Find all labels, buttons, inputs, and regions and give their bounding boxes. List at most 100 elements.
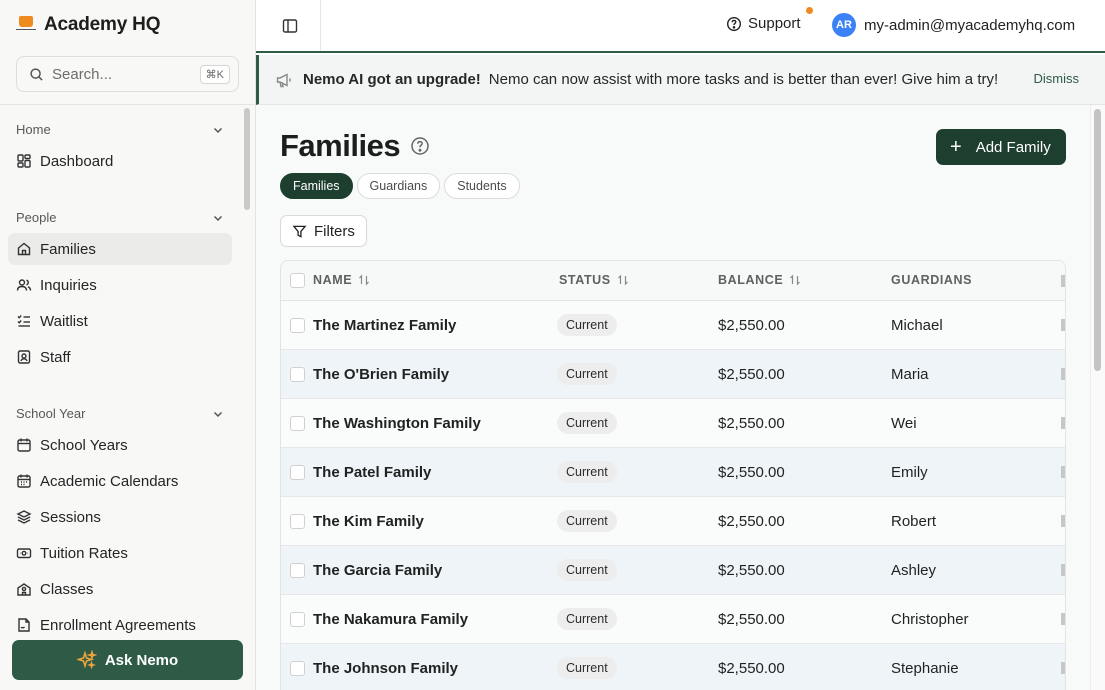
group-label: School Year: [16, 406, 86, 421]
family-name[interactable]: The Washington Family: [313, 415, 481, 432]
main-scrollbar[interactable]: [1094, 109, 1101, 371]
row-checkbox[interactable]: [290, 318, 305, 333]
column-header-balance[interactable]: BALANCE: [718, 273, 801, 287]
group-home[interactable]: Home: [16, 122, 224, 137]
ask-nemo-label: Ask Nemo: [104, 651, 179, 669]
panel-left-icon: [282, 19, 298, 33]
layers-icon: [16, 510, 32, 524]
support-button[interactable]: Support: [726, 15, 801, 32]
table-row[interactable]: The O'Brien Family Current $2,550.00 Maria: [281, 350, 1065, 399]
family-name[interactable]: The Kim Family: [313, 513, 424, 530]
balance-value: $2,550.00: [718, 464, 785, 481]
dismiss-button[interactable]: Dismiss: [1034, 71, 1080, 86]
column-label: GUARDIANS: [891, 273, 973, 287]
top-bar: Support AR my-admin@myacademyhq.com: [256, 0, 1105, 53]
select-all-checkbox[interactable]: [290, 273, 305, 288]
sidebar-item-staff[interactable]: Staff: [8, 341, 232, 373]
id-badge-icon: [17, 350, 31, 364]
table-row[interactable]: The Johnson Family Current $2,550.00 Stepha…: [281, 644, 1065, 690]
status-badge: Current: [557, 510, 617, 532]
school-icon: [17, 583, 31, 596]
row-checkbox[interactable]: [290, 612, 305, 627]
row-checkbox[interactable]: [290, 661, 305, 676]
add-family-button[interactable]: + Add Family: [936, 129, 1066, 165]
sidebar-item-label: Sessions: [40, 508, 101, 526]
truncated-cell: [1061, 613, 1065, 625]
brand-name: Academy HQ: [44, 14, 161, 35]
table-row[interactable]: The Nakamura Family Current $2,550.00 Chris…: [281, 595, 1065, 644]
truncated-cell: [1061, 466, 1065, 478]
truncated-cell: [1061, 368, 1065, 380]
table-row[interactable]: The Kim Family Current $2,550.00 Robert: [281, 497, 1065, 546]
family-name[interactable]: The Patel Family: [313, 464, 431, 481]
sidebar-item-label: Classes: [40, 580, 94, 598]
megaphone-icon: [276, 72, 291, 87]
banner-title: Nemo AI got an upgrade!: [303, 71, 481, 88]
sidebar-item-families[interactable]: Families: [8, 233, 232, 265]
families-table: NAME STATUS BALANCE GUARDIANS The Martin…: [280, 260, 1066, 690]
status-badge: Current: [557, 608, 617, 630]
column-header-status[interactable]: STATUS: [559, 273, 629, 287]
group-school-year[interactable]: School Year: [16, 406, 224, 421]
family-name[interactable]: The Martinez Family: [313, 317, 456, 334]
status-badge: Current: [557, 412, 617, 434]
table-row[interactable]: The Patel Family Current $2,550.00 Emily: [281, 448, 1065, 497]
search-input[interactable]: [52, 65, 192, 83]
brand[interactable]: Academy HQ: [16, 14, 160, 36]
tab-guardians[interactable]: Guardians: [356, 173, 441, 199]
truncated-cell: [1061, 564, 1065, 576]
sidebar-item-tuition-rates[interactable]: Tuition Rates: [8, 537, 232, 569]
column-header-name[interactable]: NAME: [313, 273, 370, 287]
sparkles-icon: [76, 650, 97, 670]
sidebar-item-academic-calendars[interactable]: Academic Calendars: [8, 465, 232, 497]
user-menu[interactable]: AR my-admin@myacademyhq.com: [832, 13, 1075, 37]
balance-value: $2,550.00: [718, 317, 785, 334]
table-row[interactable]: The Garcia Family Current $2,550.00 Ashley: [281, 546, 1065, 595]
ask-nemo-button[interactable]: Ask Nemo: [12, 640, 243, 680]
column-header-guardians[interactable]: GUARDIANS: [891, 273, 972, 287]
column-label: NAME: [313, 273, 353, 287]
sidebar-item-dashboard[interactable]: Dashboard: [8, 145, 232, 177]
search-box[interactable]: ⌘K: [16, 56, 239, 92]
family-name[interactable]: The O'Brien Family: [313, 366, 449, 383]
row-checkbox[interactable]: [290, 563, 305, 578]
sidebar-item-classes[interactable]: Classes: [8, 573, 232, 605]
sidebar-item-label: Staff: [40, 348, 71, 366]
sort-icon: [359, 274, 370, 286]
checklist-icon: [17, 315, 30, 327]
sidebar-item-label: Waitlist: [40, 312, 88, 330]
table-row[interactable]: The Washington Family Current $2,550.00 Wei: [281, 399, 1065, 448]
guardians-value: Michael: [891, 317, 943, 334]
avatar: AR: [832, 13, 856, 37]
sidebar-toggle-button[interactable]: [276, 13, 304, 39]
tab-families[interactable]: Families: [280, 173, 353, 199]
sidebar-item-school-years[interactable]: School Years: [8, 429, 232, 461]
row-checkbox[interactable]: [290, 514, 305, 529]
filters-button[interactable]: Filters: [280, 215, 367, 247]
sidebar-item-inquiries[interactable]: Inquiries: [8, 269, 232, 301]
chevron-down-icon: [213, 411, 223, 417]
support-label: Support: [748, 15, 801, 32]
sidebar-item-enrollment-agreements[interactable]: Enrollment Agreements: [8, 609, 232, 635]
family-name[interactable]: The Nakamura Family: [313, 611, 468, 628]
chevron-down-icon: [213, 215, 223, 221]
family-name[interactable]: The Johnson Family: [313, 660, 458, 677]
row-checkbox[interactable]: [290, 416, 305, 431]
row-checkbox[interactable]: [290, 367, 305, 382]
help-circle-icon[interactable]: [410, 136, 430, 156]
row-checkbox[interactable]: [290, 465, 305, 480]
header-divider: [320, 0, 321, 51]
family-name[interactable]: The Garcia Family: [313, 562, 442, 579]
table-header: NAME STATUS BALANCE GUARDIANS: [281, 261, 1065, 301]
sidebar-scrollbar[interactable]: [244, 108, 250, 210]
guardians-value: Emily: [891, 464, 928, 481]
user-email: my-admin@myacademyhq.com: [864, 16, 1076, 34]
balance-value: $2,550.00: [718, 415, 785, 432]
tab-students[interactable]: Students: [444, 173, 520, 199]
sidebar-item-sessions[interactable]: Sessions: [8, 501, 232, 533]
sidebar-item-waitlist[interactable]: Waitlist: [8, 305, 232, 337]
balance-value: $2,550.00: [718, 611, 785, 628]
table-row[interactable]: The Martinez Family Current $2,550.00 Micha…: [281, 301, 1065, 350]
group-people[interactable]: People: [16, 210, 224, 225]
status-badge: Current: [557, 363, 617, 385]
